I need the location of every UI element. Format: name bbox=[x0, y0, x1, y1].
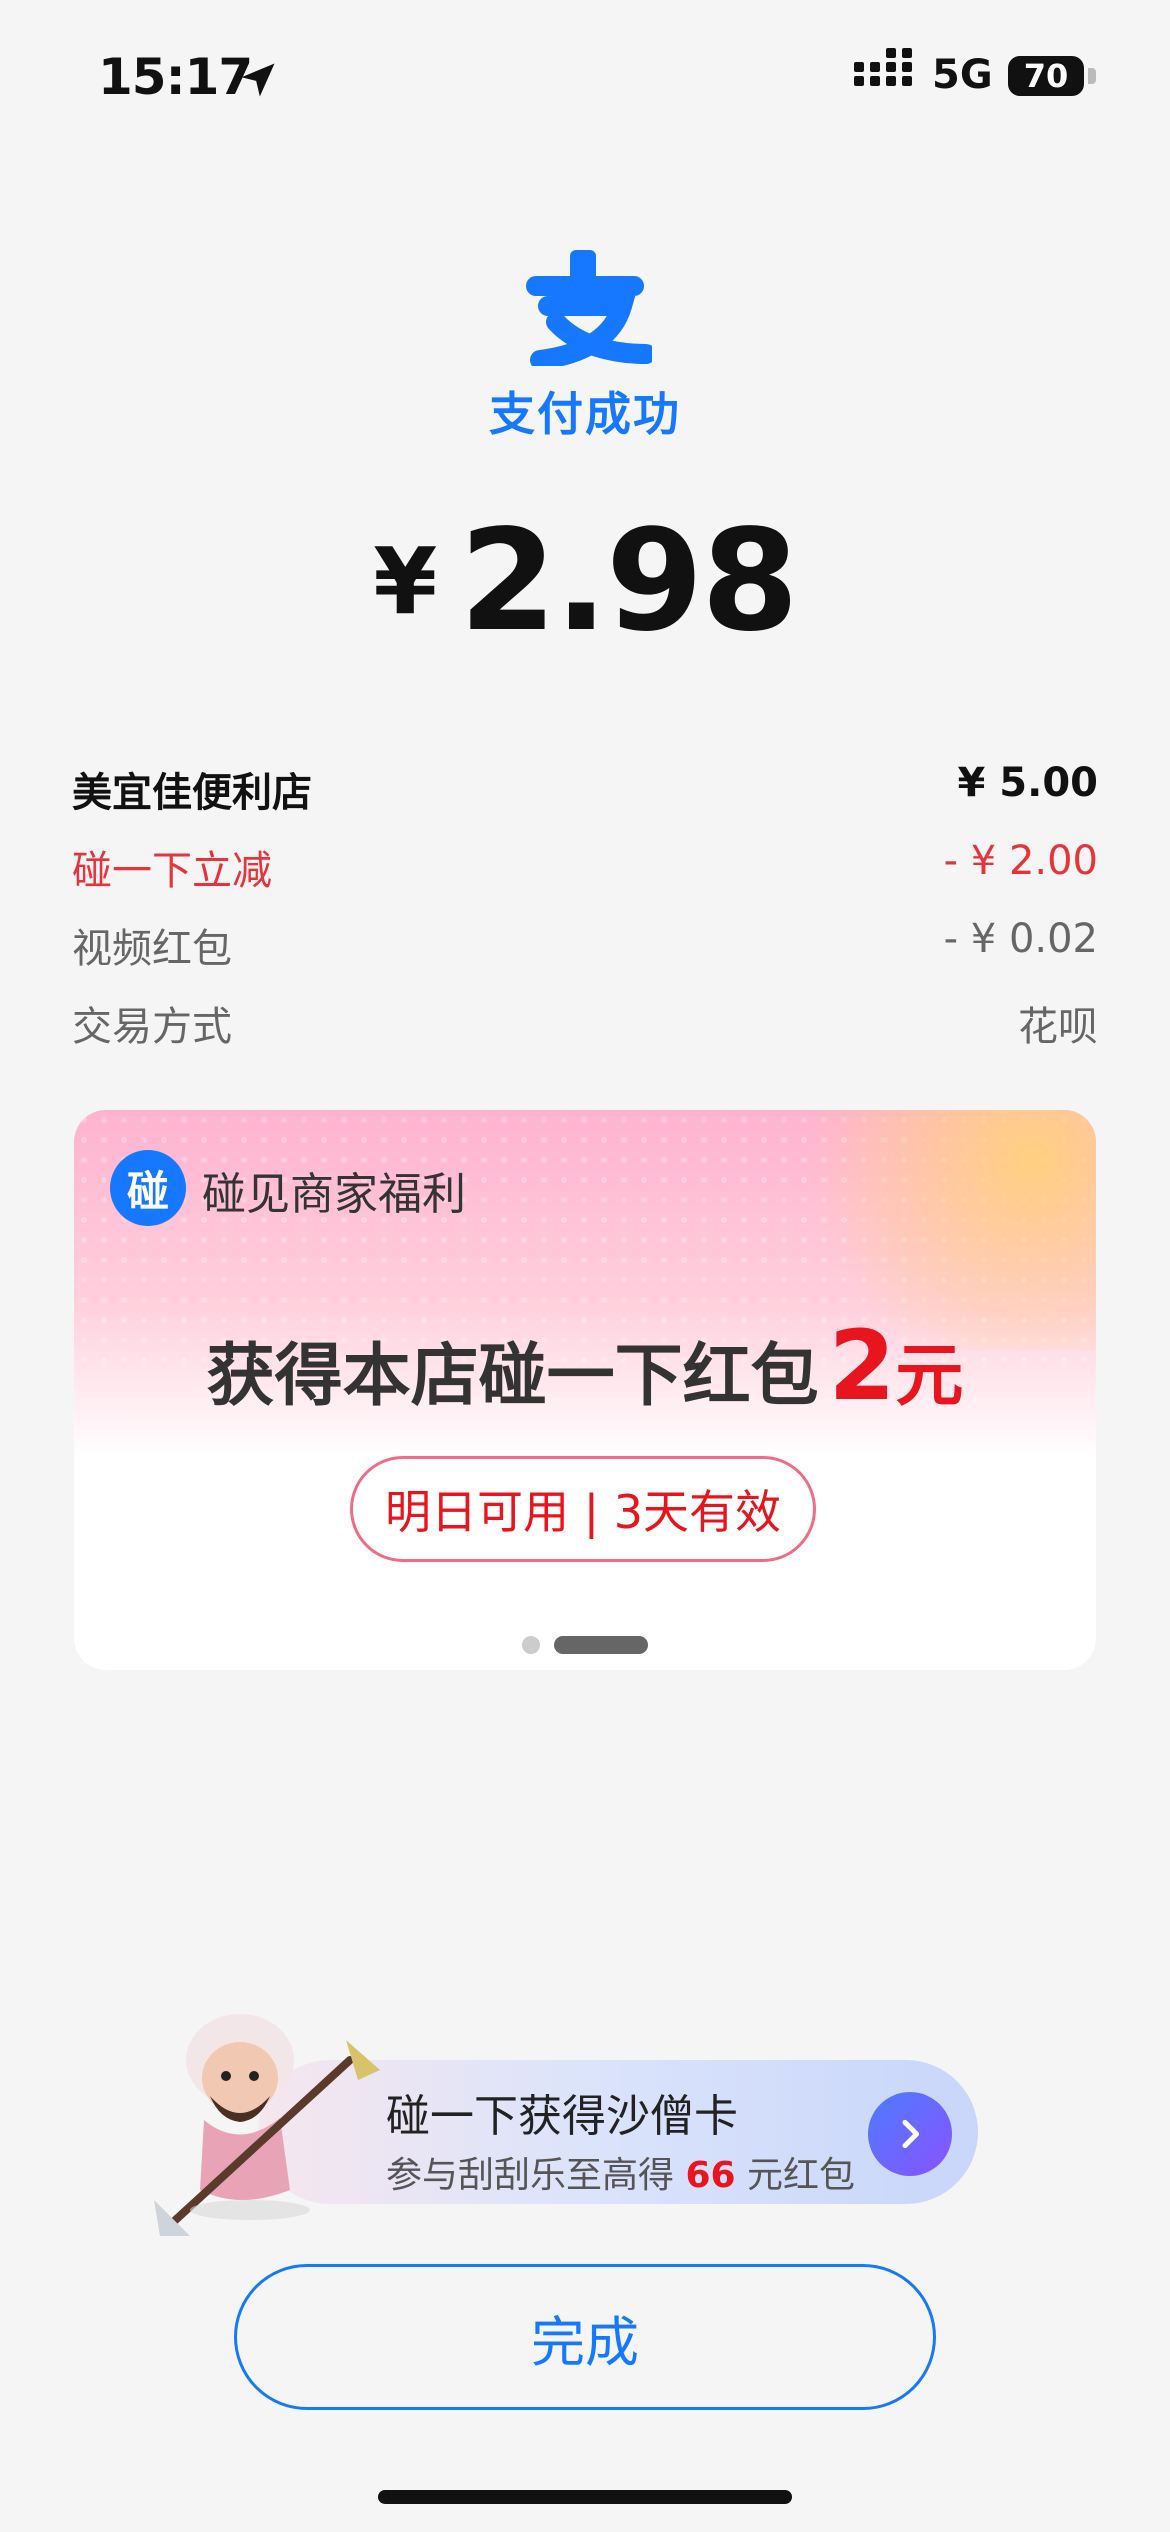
strip-sub-amount: 66 bbox=[685, 2155, 736, 2196]
battery-tip bbox=[1088, 68, 1096, 84]
payment-method-label: 交易方式 bbox=[72, 1004, 232, 1050]
promo-strip-title: 碰一下获得沙僧卡 bbox=[386, 2091, 738, 2142]
strip-sub-suffix: 元红包 bbox=[747, 2155, 856, 2196]
validity-pill: 明日可用 | 3天有效 bbox=[350, 1456, 816, 1562]
discount-label: 碰一下立减 bbox=[72, 848, 272, 894]
promo-card-title: 碰见商家福利 bbox=[202, 1169, 466, 1220]
home-indicator[interactable] bbox=[378, 2490, 792, 2504]
carousel-dot-2-active[interactable] bbox=[554, 1636, 648, 1654]
amount-value: 2.98 bbox=[459, 500, 798, 663]
signal-strength-icon bbox=[854, 48, 912, 86]
carousel-dot-1[interactable] bbox=[522, 1636, 540, 1654]
promo-headline: 获得本店碰一下红包 2元 bbox=[74, 1310, 1096, 1422]
alipay-logo-icon bbox=[526, 250, 652, 366]
discount-amount: - ¥ 2.00 bbox=[943, 838, 1098, 884]
chevron-right-glyph bbox=[902, 2119, 920, 2149]
battery-icon: 70 bbox=[1008, 56, 1084, 96]
status-time: 15:17 bbox=[98, 48, 253, 106]
done-button[interactable]: 完成 bbox=[234, 2264, 936, 2410]
promo-strip-subtitle: 参与刮刮乐至高得 66 元红包 bbox=[386, 2146, 855, 2198]
merchant-amount: ¥ 5.00 bbox=[957, 760, 1098, 806]
video-redpacket-amount: - ¥ 0.02 bbox=[943, 916, 1098, 962]
strip-sub-prefix: 参与刮刮乐至高得 bbox=[386, 2155, 675, 2196]
tap-badge-icon: 碰 bbox=[110, 1150, 186, 1226]
payment-method-value: 花呗 bbox=[1018, 1004, 1098, 1050]
chevron-right-icon[interactable] bbox=[868, 2092, 952, 2176]
headline-amount: 2 bbox=[828, 1310, 896, 1422]
mascot-character-icon bbox=[154, 2014, 380, 2236]
detail-row-merchant: 美宜佳便利店 ¥ 5.00 bbox=[72, 760, 1098, 818]
payment-success-title: 支付成功 bbox=[489, 387, 681, 441]
detail-row-discount: 碰一下立减 - ¥ 2.00 bbox=[72, 838, 1098, 896]
location-arrow-icon bbox=[241, 63, 275, 97]
headline-text: 获得本店碰一下红包 bbox=[206, 1337, 819, 1416]
merchant-name: 美宜佳便利店 bbox=[72, 770, 312, 816]
payment-amount: ¥2.98 bbox=[0, 500, 1170, 663]
detail-row-payment-method: 交易方式 花呗 bbox=[72, 994, 1098, 1052]
headline-unit: 元 bbox=[895, 1337, 964, 1416]
video-redpacket-label: 视频红包 bbox=[72, 926, 232, 972]
merchant-benefit-card[interactable]: 碰 碰见商家福利 获得本店碰一下红包 2元 明日可用 | 3天有效 bbox=[74, 1110, 1096, 1670]
detail-row-video-redpacket: 视频红包 - ¥ 0.02 bbox=[72, 916, 1098, 974]
carousel-indicator[interactable] bbox=[74, 1636, 1096, 1654]
network-type: 5G bbox=[932, 52, 993, 98]
currency-symbol: ¥ bbox=[373, 528, 438, 635]
